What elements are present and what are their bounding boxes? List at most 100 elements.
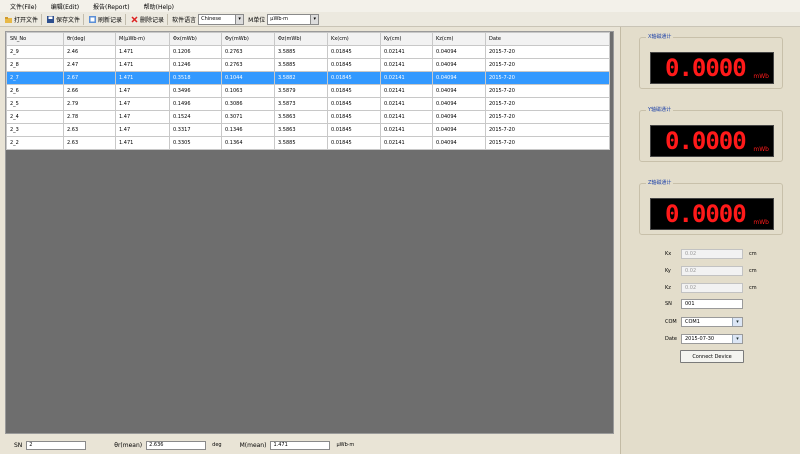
cell-m[interactable]: 1.471 bbox=[115, 71, 170, 85]
kx-input[interactable]: 0.02 bbox=[681, 249, 743, 259]
language-select[interactable]: Chinese ▾ bbox=[198, 13, 245, 25]
cell-phiz[interactable]: 3.5879 bbox=[274, 84, 328, 98]
cell-ky[interactable]: 0.02141 bbox=[380, 136, 433, 150]
cell-theta[interactable]: 2.66 bbox=[63, 84, 116, 98]
cell-m[interactable]: 1.47 bbox=[115, 110, 170, 124]
cell-kx[interactable]: 0.01845 bbox=[327, 110, 381, 124]
cell-kz[interactable]: 0.04094 bbox=[432, 84, 486, 98]
cell-ky[interactable]: 0.02141 bbox=[380, 123, 433, 137]
cell-ky[interactable]: 0.02141 bbox=[380, 71, 433, 85]
cell-date[interactable]: 2015-7-20 bbox=[485, 45, 610, 59]
cell-phix[interactable]: 0.3496 bbox=[169, 84, 222, 98]
cell-phix[interactable]: 0.3518 bbox=[169, 71, 222, 85]
date-picker[interactable]: 2015-07-30 ▾ bbox=[681, 334, 743, 344]
col-header-date[interactable]: Date bbox=[485, 32, 610, 46]
menu-edit[interactable]: 编辑(Edit) bbox=[51, 2, 79, 11]
cell-kx[interactable]: 0.01845 bbox=[327, 58, 381, 72]
cell-sn[interactable]: 2_4 bbox=[6, 110, 64, 124]
table-row[interactable]: 2_9 2.46 1.471 0.1206 0.2763 3.5885 0.01845 0.0… bbox=[6, 45, 610, 59]
ky-input[interactable]: 0.02 bbox=[681, 266, 743, 276]
cell-kx[interactable]: 0.01845 bbox=[327, 123, 381, 137]
table-row[interactable]: 2_3 2.63 1.47 0.3317 0.1346 3.5863 0.01845 0.02… bbox=[6, 123, 610, 137]
col-header-ky[interactable]: Ky(cm) bbox=[380, 32, 433, 46]
cell-kz[interactable]: 0.04094 bbox=[432, 58, 486, 72]
cell-phix[interactable]: 0.1206 bbox=[169, 45, 222, 59]
connect-device-button[interactable]: Connect Device bbox=[680, 350, 744, 363]
cell-date[interactable]: 2015-7-20 bbox=[485, 123, 610, 137]
delete-records-button[interactable]: 删除记录 bbox=[128, 13, 169, 25]
menu-file[interactable]: 文件(File) bbox=[10, 2, 37, 11]
theta-mean-field[interactable]: 2.636 bbox=[146, 440, 207, 450]
cell-phiy[interactable]: 0.1044 bbox=[221, 71, 275, 85]
cell-sn[interactable]: 2_3 bbox=[6, 123, 64, 137]
cell-phiy[interactable]: 0.2763 bbox=[221, 58, 275, 72]
cell-phiy[interactable]: 0.1364 bbox=[221, 136, 275, 150]
cell-phix[interactable]: 0.1246 bbox=[169, 58, 222, 72]
table-row[interactable]: 2_8 2.47 1.471 0.1246 0.2763 3.5885 0.01845 0.0… bbox=[6, 58, 610, 72]
cell-kx[interactable]: 0.01845 bbox=[327, 84, 381, 98]
col-header-phix[interactable]: Φx(mWb) bbox=[169, 32, 222, 46]
cell-sn[interactable]: 2_8 bbox=[6, 58, 64, 72]
cell-kz[interactable]: 0.04094 bbox=[432, 123, 486, 137]
cell-phiz[interactable]: 3.5885 bbox=[274, 45, 328, 59]
cell-sn[interactable]: 2_5 bbox=[6, 97, 64, 111]
menu-help[interactable]: 帮助(Help) bbox=[144, 2, 174, 11]
cell-m[interactable]: 1.471 bbox=[115, 136, 170, 150]
save-file-button[interactable]: 保存文件 bbox=[44, 13, 85, 25]
cell-phiy[interactable]: 0.1063 bbox=[221, 84, 275, 98]
cell-phiz[interactable]: 3.5885 bbox=[274, 58, 328, 72]
cell-theta[interactable]: 2.46 bbox=[63, 45, 116, 59]
unit-select[interactable]: μWb·m ▾ bbox=[267, 13, 320, 25]
cell-sn[interactable]: 2_6 bbox=[6, 84, 64, 98]
cell-ky[interactable]: 0.02141 bbox=[380, 84, 433, 98]
cell-theta[interactable]: 2.47 bbox=[63, 58, 116, 72]
cell-kz[interactable]: 0.04094 bbox=[432, 97, 486, 111]
cell-kz[interactable]: 0.04094 bbox=[432, 71, 486, 85]
cell-theta[interactable]: 2.63 bbox=[63, 136, 116, 150]
cell-phix[interactable]: 0.3305 bbox=[169, 136, 222, 150]
cell-kx[interactable]: 0.01845 bbox=[327, 71, 381, 85]
cell-date[interactable]: 2015-7-20 bbox=[485, 84, 610, 98]
cell-sn[interactable]: 2_2 bbox=[6, 136, 64, 150]
table-row[interactable]: 2_4 2.78 1.47 0.1524 0.3071 3.5863 0.01845 0.02… bbox=[6, 110, 610, 124]
cell-kx[interactable]: 0.01845 bbox=[327, 136, 381, 150]
cell-m[interactable]: 1.47 bbox=[115, 123, 170, 137]
table-row[interactable]: 2_6 2.66 1.47 0.3496 0.1063 3.5879 0.01845 0.02… bbox=[6, 84, 610, 98]
cell-date[interactable]: 2015-7-20 bbox=[485, 97, 610, 111]
menu-report[interactable]: 报告(Report) bbox=[93, 2, 130, 11]
col-header-kz[interactable]: Kz(cm) bbox=[432, 32, 486, 46]
table-row[interactable]: 2_5 2.79 1.47 0.1496 0.3086 3.5873 0.01845 0.02… bbox=[6, 97, 610, 111]
cell-phiy[interactable]: 0.1346 bbox=[221, 123, 275, 137]
cell-phiz[interactable]: 3.5885 bbox=[274, 136, 328, 150]
cell-m[interactable]: 1.471 bbox=[115, 45, 170, 59]
cell-ky[interactable]: 0.02141 bbox=[380, 45, 433, 59]
cell-date[interactable]: 2015-7-20 bbox=[485, 58, 610, 72]
refresh-records-button[interactable]: 刷新记录 bbox=[86, 13, 127, 25]
cell-date[interactable]: 2015-7-20 bbox=[485, 71, 610, 85]
cell-theta[interactable]: 2.79 bbox=[63, 97, 116, 111]
col-header-phiz[interactable]: Φz(mWb) bbox=[274, 32, 328, 46]
cell-kz[interactable]: 0.04094 bbox=[432, 136, 486, 150]
open-file-button[interactable]: 打开文件 bbox=[2, 13, 43, 25]
sn-input[interactable]: 001 bbox=[681, 299, 743, 309]
cell-phiz[interactable]: 3.5863 bbox=[274, 123, 328, 137]
cell-theta[interactable]: 2.78 bbox=[63, 110, 116, 124]
cell-phix[interactable]: 0.3317 bbox=[169, 123, 222, 137]
cell-date[interactable]: 2015-7-20 bbox=[485, 136, 610, 150]
cell-theta[interactable]: 2.67 bbox=[63, 71, 116, 85]
col-header-sn[interactable]: SN_No bbox=[6, 32, 64, 46]
cell-phiz[interactable]: 3.5863 bbox=[274, 110, 328, 124]
cell-phix[interactable]: 0.1524 bbox=[169, 110, 222, 124]
com-select[interactable]: COM1 ▾ bbox=[681, 317, 743, 327]
table-row[interactable]: 2_2 2.63 1.471 0.3305 0.1364 3.5885 0.01845 0.0… bbox=[6, 136, 610, 150]
cell-kx[interactable]: 0.01845 bbox=[327, 45, 381, 59]
cell-theta[interactable]: 2.63 bbox=[63, 123, 116, 137]
cell-phiy[interactable]: 0.2763 bbox=[221, 45, 275, 59]
cell-phiz[interactable]: 3.5873 bbox=[274, 97, 328, 111]
kz-input[interactable]: 0.02 bbox=[681, 283, 743, 293]
cell-m[interactable]: 1.47 bbox=[115, 97, 170, 111]
sn-summary-field[interactable]: 2 bbox=[26, 440, 87, 450]
cell-ky[interactable]: 0.02141 bbox=[380, 110, 433, 124]
cell-phiz[interactable]: 3.5882 bbox=[274, 71, 328, 85]
table-row[interactable]: 2_7 2.67 1.471 0.3518 0.1044 3.5882 0.01845 0.0… bbox=[6, 71, 610, 85]
